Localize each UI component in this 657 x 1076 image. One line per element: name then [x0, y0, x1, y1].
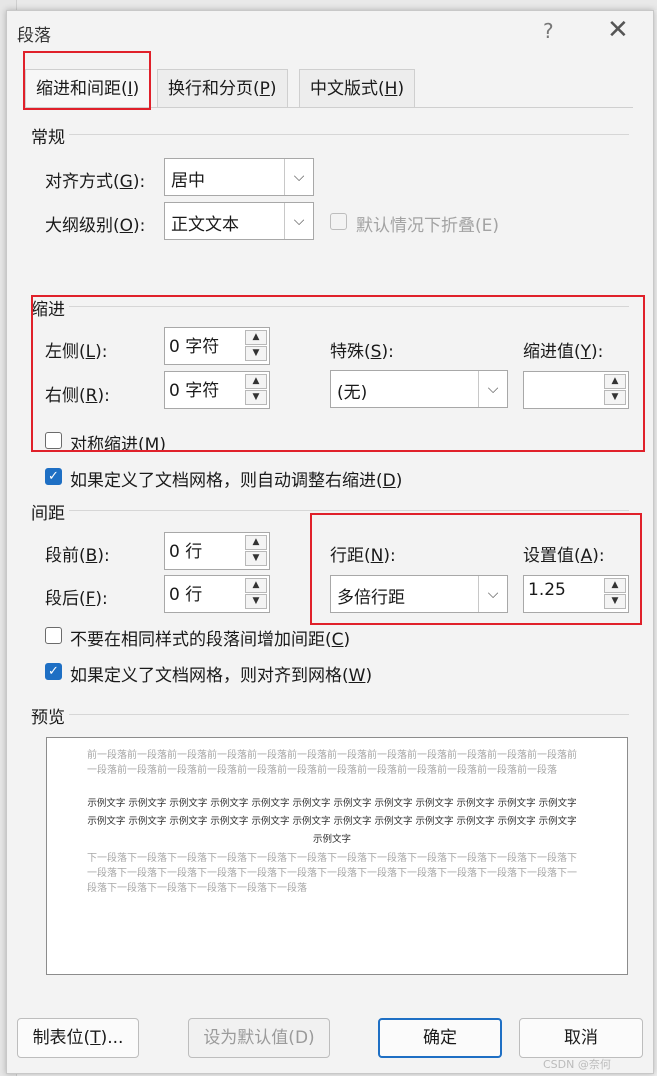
close-icon[interactable]: ✕ [607, 15, 629, 45]
tab-label: 中文版式( [310, 79, 385, 99]
chevron-down-icon: ⌵ [284, 159, 313, 195]
section-general-heading: 常规 [31, 128, 65, 148]
highlight-box-tab [23, 51, 151, 110]
spin-up-icon[interactable]: ▲ [245, 535, 267, 550]
section-spacing-heading: 间距 [31, 504, 65, 524]
ok-button[interactable]: 确定 [378, 1018, 502, 1058]
snap-to-grid-checkbox[interactable]: ✓ [45, 663, 62, 680]
tab-label-suffix: ) [269, 79, 277, 99]
auto-adjust-indent-label: 如果定义了文档网格，则自动调整右缩进(D) [70, 471, 403, 491]
spacing-before-spinner[interactable]: 0 行 ▲ ▼ [164, 532, 270, 570]
help-icon[interactable]: ? [543, 19, 554, 43]
no-space-same-style-checkbox[interactable] [45, 627, 62, 644]
alignment-select[interactable]: 居中 ⌵ [164, 158, 314, 196]
section-divider [69, 134, 629, 135]
paragraph-dialog: 段落 ? ✕ 缩进和间距(I) 换行和分页(P) 中文版式(H) 常规 对齐方式… [6, 10, 654, 1074]
spin-up-icon[interactable]: ▲ [245, 578, 267, 593]
set-default-button[interactable]: 设为默认值(D) [188, 1018, 330, 1058]
spin-down-icon[interactable]: ▼ [245, 551, 267, 566]
no-space-same-style-label: 不要在相同样式的段落间增加间距(C) [70, 630, 351, 650]
alignment-value: 居中 [171, 171, 205, 191]
highlight-box-line-spacing [310, 513, 642, 625]
tab-accesskey: P [259, 79, 270, 99]
tab-label: 换行和分页( [168, 79, 260, 99]
spacing-after-value: 0 行 [169, 585, 203, 605]
cancel-button[interactable]: 取消 [519, 1018, 643, 1058]
spacing-after-label: 段后(F): [45, 589, 108, 609]
collapse-checkbox[interactable] [330, 213, 347, 230]
preview-pane: 前一段落前一段落前一段落前一段落前一段落前一段落前一段落前一段落前一段落前一段落… [46, 737, 628, 975]
tab-label-suffix: ) [397, 79, 405, 99]
outline-level-select[interactable]: 正文文本 ⌵ [164, 202, 314, 240]
section-preview-heading: 预览 [31, 708, 65, 728]
spacing-after-spinner[interactable]: 0 行 ▲ ▼ [164, 575, 270, 613]
background-toolbar-strip [0, 0, 657, 10]
auto-adjust-indent-checkbox[interactable]: ✓ [45, 468, 62, 485]
preview-sample-paragraph: 示例文字 示例文字 示例文字 示例文字 示例文字 示例文字 示例文字 示例文字 … [87, 798, 577, 845]
spinner-buttons: ▲ ▼ [245, 535, 267, 567]
highlight-box-indent [31, 295, 645, 452]
alignment-label: 对齐方式(G): [45, 172, 146, 192]
tab-line-page-breaks[interactable]: 换行和分页(P) [157, 69, 288, 108]
section-divider [69, 714, 629, 715]
dialog-title: 段落 [17, 26, 51, 46]
spacing-before-value: 0 行 [169, 542, 203, 562]
spin-down-icon[interactable]: ▼ [245, 594, 267, 609]
spacing-before-label: 段前(B): [45, 546, 110, 566]
chevron-down-icon: ⌵ [284, 203, 313, 239]
watermark: CSDN @奈何 [543, 1058, 611, 1071]
collapse-label: 默认情况下折叠(E) [356, 216, 500, 236]
outline-level-value: 正文文本 [171, 215, 239, 235]
tab-asian-typography[interactable]: 中文版式(H) [299, 69, 416, 108]
snap-to-grid-label: 如果定义了文档网格，则对齐到网格(W) [70, 666, 373, 686]
tabs-button[interactable]: 制表位(T)... [17, 1018, 139, 1058]
spinner-buttons: ▲ ▼ [245, 578, 267, 610]
preview-next-paragraph: 下一段落下一段落下一段落下一段落下一段落下一段落下一段落下一段落下一段落下一段落… [87, 853, 577, 894]
section-divider [69, 510, 629, 511]
tab-accesskey: H [384, 79, 398, 99]
preview-previous-paragraph: 前一段落前一段落前一段落前一段落前一段落前一段落前一段落前一段落前一段落前一段落… [87, 750, 577, 776]
outline-level-label: 大纲级别(O): [45, 216, 146, 236]
